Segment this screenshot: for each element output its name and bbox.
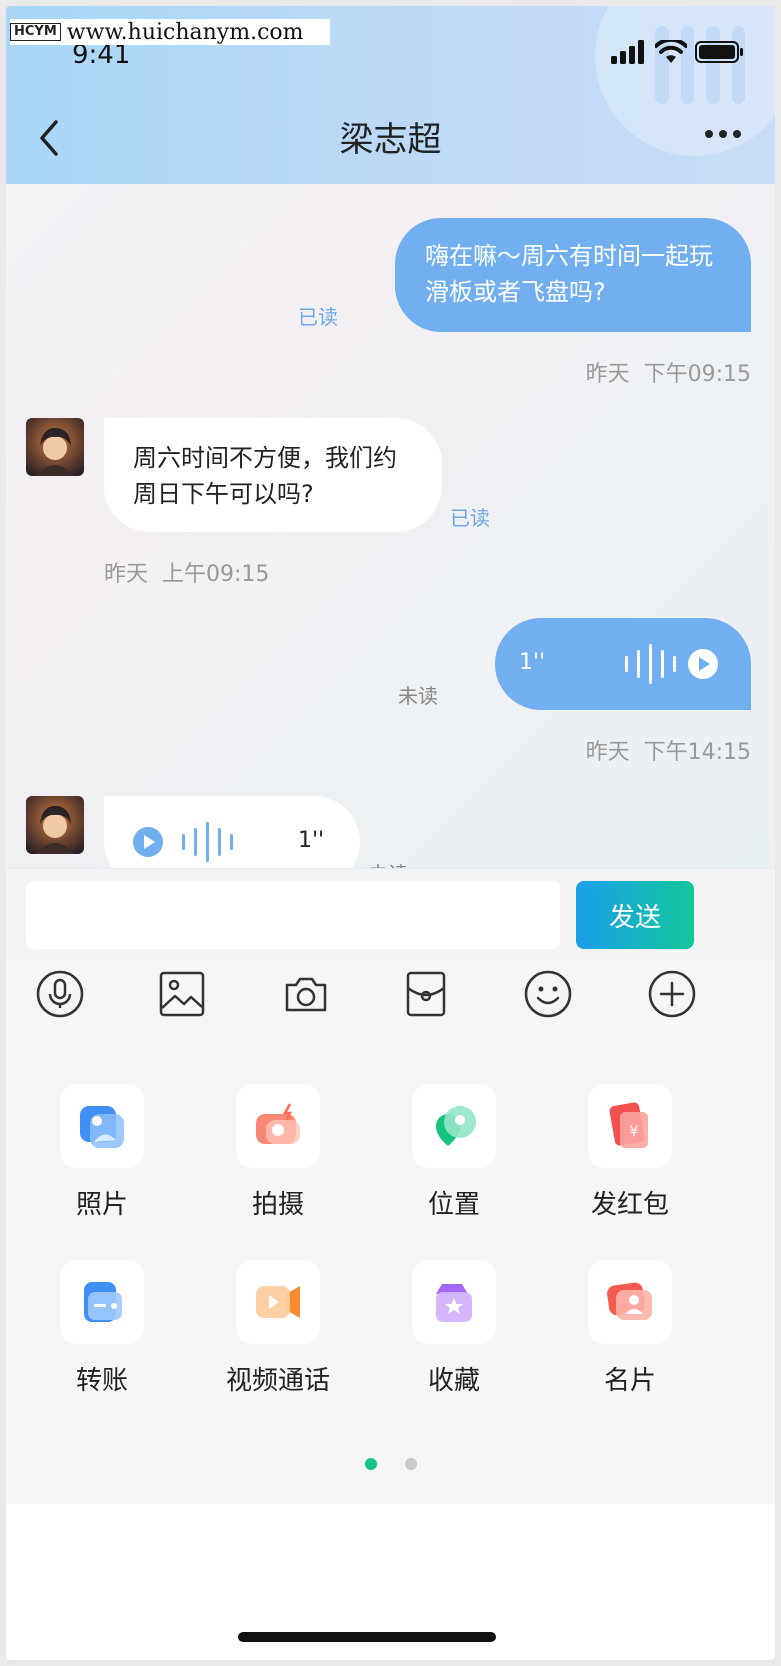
feature-label: 收藏: [427, 1366, 480, 1396]
video-call-icon: [236, 1260, 320, 1344]
message-bubble-sent[interactable]: 嗨在嘛～周六有时间一起玩滑板或者飞盘吗?: [395, 218, 751, 332]
avatar[interactable]: [26, 418, 84, 476]
signal-icon: [611, 40, 644, 64]
feature-photo[interactable]: 照片: [32, 1084, 172, 1221]
page-dot-active[interactable]: [364, 1458, 377, 1470]
feature-label: 照片: [75, 1190, 128, 1220]
voice-wave-icon: [182, 822, 233, 862]
feature-label: 拍摄: [251, 1190, 304, 1220]
image-button[interactable]: [156, 968, 208, 1020]
red-packet-button[interactable]: [400, 968, 452, 1020]
feature-label: 发红包: [590, 1190, 669, 1220]
feature-red-packet[interactable]: ¥ 发红包: [560, 1084, 700, 1221]
voice-message-received[interactable]: 1'': [104, 796, 360, 868]
feature-location[interactable]: 位置: [384, 1084, 524, 1221]
battery-icon: [695, 41, 743, 63]
feature-label: 位置: [427, 1190, 480, 1220]
page-indicator: [6, 1458, 775, 1470]
feature-transfer[interactable]: 转账: [32, 1260, 172, 1397]
message-text: 嗨在嘛～周六有时间一起玩滑板或者飞盘吗?: [425, 242, 713, 306]
home-area: [6, 1504, 775, 1660]
voice-wave-icon: [625, 644, 676, 684]
favorites-icon: [412, 1260, 496, 1344]
header-decoration-bars: [655, 26, 745, 104]
chat-area[interactable]: 嗨在嘛～周六有时间一起玩滑板或者飞盘吗? 已读 昨天 下午09:15 周六时间不…: [6, 184, 775, 868]
message-bubble-received[interactable]: 周六时间不方便，我们约周日下午可以吗?: [104, 418, 442, 532]
play-icon[interactable]: [132, 826, 164, 858]
shoot-icon: [236, 1084, 320, 1168]
contact-card-icon: [588, 1260, 672, 1344]
page-dot[interactable]: [404, 1458, 417, 1470]
message-time: 昨天 下午09:15: [585, 362, 751, 387]
wifi-icon: [655, 40, 687, 63]
microphone-button[interactable]: [34, 968, 86, 1020]
read-status: 已读: [450, 506, 490, 530]
input-bar: 发送: [6, 868, 775, 962]
avatar-image: [26, 418, 84, 476]
feature-shoot[interactable]: 拍摄: [208, 1084, 348, 1221]
transfer-icon: [60, 1260, 144, 1344]
svg-text:¥: ¥: [630, 1124, 639, 1140]
voice-message-sent[interactable]: 1'': [495, 618, 751, 710]
feature-label: 视频通话: [225, 1366, 330, 1396]
watermark-url: www.huichanym.com: [66, 19, 304, 45]
add-button[interactable]: [646, 968, 698, 1020]
red-packet-icon: [406, 971, 446, 1017]
phone-screen: HCYM www.huichanym.com 9:41 梁志超 嗨在嘛～周六有时…: [6, 6, 775, 1660]
voice-duration: 1'': [519, 650, 546, 675]
feature-video-call[interactable]: 视频通话: [208, 1260, 348, 1397]
feature-label: 名片: [603, 1366, 656, 1396]
play-icon[interactable]: [687, 648, 719, 680]
status-icons: [611, 40, 745, 64]
feature-panel: 照片 拍摄 位置 ¥ 发红包 转账 视频通话 收藏 名片: [6, 1030, 775, 1504]
more-icon: [705, 130, 741, 138]
message-time: 昨天 上午09:15: [104, 562, 270, 587]
image-icon: [159, 971, 205, 1017]
camera-button[interactable]: [280, 968, 332, 1020]
more-button[interactable]: [703, 124, 743, 144]
voice-duration: 1'': [298, 828, 325, 853]
avatar[interactable]: [26, 796, 84, 854]
location-icon: [412, 1084, 496, 1168]
feature-contact-card[interactable]: 名片: [560, 1260, 700, 1397]
read-status: 已读: [298, 305, 338, 329]
watermark-logo: HCYM: [10, 23, 61, 41]
emoji-button[interactable]: [522, 968, 574, 1020]
add-icon: [648, 970, 696, 1018]
feature-favorites[interactable]: 收藏: [384, 1260, 524, 1397]
microphone-icon: [36, 970, 84, 1018]
unread-status: 未读: [398, 684, 438, 708]
send-button[interactable]: 发送: [576, 881, 694, 949]
photo-icon: [60, 1084, 144, 1168]
message-text: 周六时间不方便，我们约周日下午可以吗?: [133, 444, 397, 508]
page-title: 梁志超: [339, 120, 442, 160]
message-time: 昨天 下午14:15: [585, 740, 751, 765]
avatar-image: [26, 796, 84, 854]
unread-status: 未读: [368, 858, 408, 868]
message-input[interactable]: [26, 881, 560, 949]
red-packet-icon: ¥: [588, 1084, 672, 1168]
camera-icon: [285, 977, 327, 1012]
emoji-icon: [524, 970, 572, 1018]
toolbar: [6, 960, 775, 1030]
header: HCYM www.huichanym.com 9:41 梁志超: [6, 6, 775, 184]
watermark: HCYM www.huichanym.com: [10, 19, 330, 45]
feature-label: 转账: [75, 1366, 128, 1396]
home-indicator[interactable]: [238, 1632, 496, 1642]
